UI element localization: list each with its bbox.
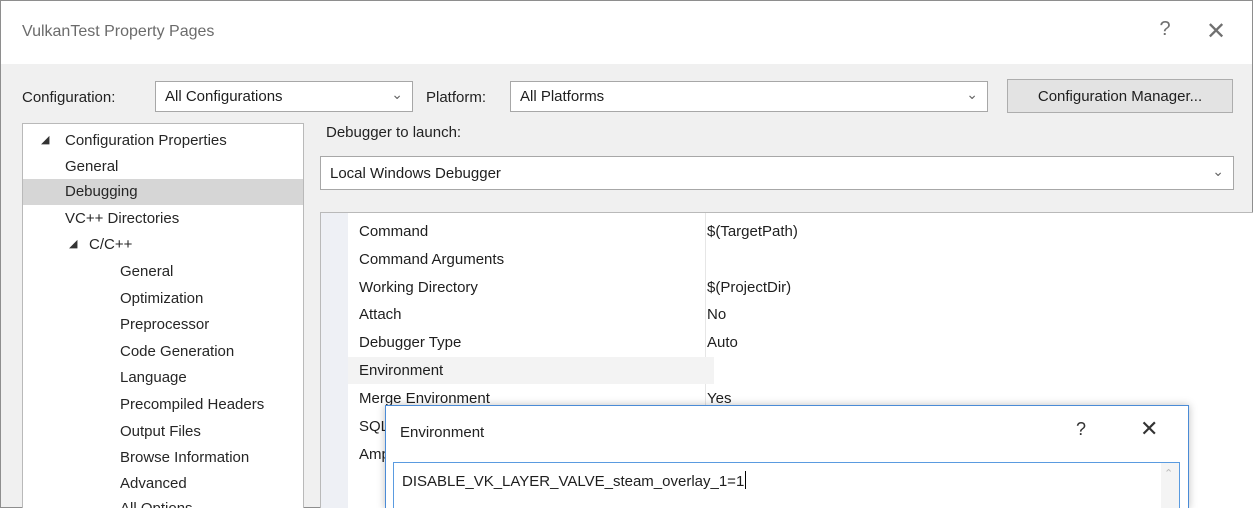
tree-item-label: VC++ Directories (65, 210, 180, 227)
tree-item-label: Language (120, 369, 187, 386)
tree-item-label: Browse Information (120, 449, 250, 466)
text-caret (745, 471, 747, 489)
environment-dialog: Environment ? ✕ DISABLE_VK_LAYER_VALVE_s… (385, 405, 1189, 508)
tree-item-general[interactable]: General (23, 154, 303, 180)
tree-item-label: Code Generation (120, 343, 235, 360)
property-name: Attach (359, 306, 402, 323)
tree-item-optimization[interactable]: Optimization (23, 286, 303, 312)
configuration-label: Configuration: (22, 89, 116, 106)
property-value[interactable]: $(TargetPath) (707, 223, 798, 240)
dialog-help-button[interactable]: ? (1076, 419, 1086, 440)
tree-item-debugging[interactable]: Debugging (23, 179, 303, 205)
property-value[interactable]: No (707, 306, 726, 323)
tree-item-label: Debugging (65, 183, 138, 200)
environment-text[interactable]: DISABLE_VK_LAYER_VALVE_steam_overlay_1=1 (402, 471, 747, 490)
property-value[interactable]: Auto (707, 334, 738, 351)
property-value[interactable]: $(ProjectDir) (707, 279, 791, 296)
tree-item-output-files[interactable]: Output Files (23, 419, 303, 445)
property-name: Command Arguments (359, 251, 505, 268)
property-row-attach[interactable]: Attach No (348, 301, 1253, 328)
property-name: Working Directory (359, 279, 478, 296)
platform-dropdown[interactable]: All Platforms ⌄ (510, 81, 988, 112)
tree-item-cpp-general[interactable]: General (23, 259, 303, 285)
property-name: Environment (359, 362, 444, 379)
environment-textarea[interactable]: DISABLE_VK_LAYER_VALVE_steam_overlay_1=1… (393, 462, 1180, 508)
tree-item-preprocessor[interactable]: Preprocessor (23, 312, 303, 338)
grid-gutter (321, 213, 348, 508)
tree-item-label: Preprocessor (120, 316, 210, 333)
tree-item-precompiled-headers[interactable]: Precompiled Headers (23, 392, 303, 418)
property-pages-window: VulkanTest Property Pages ? ✕ Configurat… (0, 0, 1253, 508)
tree-item-label: Advanced (120, 475, 187, 492)
expand-triangle-icon[interactable]: ◢ (41, 133, 49, 146)
debugger-value: Local Windows Debugger (330, 165, 501, 182)
tree-item-label: Precompiled Headers (120, 396, 265, 413)
help-button[interactable]: ? (1153, 18, 1177, 46)
tree-item-language[interactable]: Language (23, 365, 303, 391)
tree-item-label: Configuration Properties (65, 132, 227, 149)
platform-value: All Platforms (520, 88, 605, 105)
property-row-environment[interactable]: Environment (348, 357, 714, 384)
configuration-manager-button[interactable]: Configuration Manager... (1007, 79, 1233, 113)
window-title: VulkanTest Property Pages (22, 23, 215, 40)
tree-item-label: General (120, 263, 174, 280)
chevron-down-icon: ⌄ (391, 86, 403, 102)
platform-label: Platform: (426, 89, 487, 106)
property-row-working-directory[interactable]: Working Directory $(ProjectDir) (348, 274, 1253, 301)
tree-item-label: Optimization (120, 290, 204, 307)
title-bar: VulkanTest Property Pages ? ✕ (1, 1, 1252, 64)
configuration-dropdown[interactable]: All Configurations ⌄ (155, 81, 413, 112)
scroll-up-icon[interactable]: ⌃ (1164, 467, 1173, 480)
environment-dialog-title: Environment (400, 424, 485, 441)
property-name: Command (359, 223, 429, 240)
chevron-down-icon: ⌄ (1212, 163, 1224, 179)
close-button[interactable]: ✕ (1202, 17, 1230, 47)
property-row-command-arguments[interactable]: Command Arguments (348, 246, 1253, 273)
property-row-command[interactable]: Command $(TargetPath) (348, 218, 1253, 245)
tree-item-advanced[interactable]: Advanced (23, 471, 303, 497)
chevron-down-icon: ⌄ (966, 86, 978, 102)
tree-item-code-generation[interactable]: Code Generation (23, 339, 303, 365)
tree-item-label: All Options (120, 500, 193, 508)
tree-item-configuration-properties[interactable]: ◢ Configuration Properties (23, 128, 303, 154)
property-tree[interactable]: ◢ Configuration Properties General Debug… (22, 123, 304, 508)
expand-triangle-icon[interactable]: ◢ (69, 237, 77, 250)
tree-item-label: Output Files (120, 423, 201, 440)
tree-item-label: C/C++ (89, 236, 133, 253)
property-name: Debugger Type (359, 334, 462, 351)
tree-item-browse-information[interactable]: Browse Information (23, 445, 303, 471)
tree-item-c-cpp[interactable]: ◢ C/C++ (23, 232, 303, 258)
debugger-dropdown[interactable]: Local Windows Debugger ⌄ (320, 156, 1234, 190)
vertical-scrollbar[interactable]: ⌃ (1161, 463, 1179, 508)
dialog-close-button[interactable]: ✕ (1140, 416, 1158, 442)
tree-item-label: General (65, 158, 119, 175)
configuration-value: All Configurations (165, 88, 283, 105)
property-row-debugger-type[interactable]: Debugger Type Auto (348, 329, 1253, 356)
tree-item-all-options[interactable]: All Options (23, 496, 303, 508)
environment-text-value: DISABLE_VK_LAYER_VALVE_steam_overlay_1=1 (402, 473, 745, 490)
tree-item-vc-directories[interactable]: VC++ Directories (23, 206, 303, 232)
debugger-to-launch-label: Debugger to launch: (326, 124, 462, 141)
